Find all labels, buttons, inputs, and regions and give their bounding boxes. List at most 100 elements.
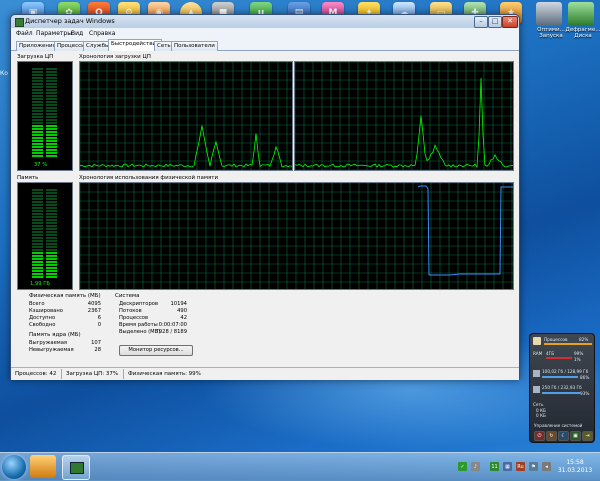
meter-segment-dim <box>32 246 43 248</box>
meter-segment-lit <box>46 140 57 142</box>
system-control-gadget[interactable]: Процессов 82% RAM 4ГБ 99% 1% 100,02 Гб /… <box>529 333 595 443</box>
cpu-usage-box: 37 % <box>17 61 73 171</box>
memory-usage-box: 1,99 ГБ <box>17 182 73 290</box>
meter-segment-lit <box>46 270 57 272</box>
meter-segment-dim <box>46 210 57 212</box>
stat-value: 42 <box>180 315 187 321</box>
meter-segment-lit <box>32 155 43 157</box>
media-player-taskbar-icon[interactable] <box>30 455 56 478</box>
meter-segment-dim <box>32 71 43 73</box>
meter-segment-dim <box>46 110 57 112</box>
meter-segment-lit <box>46 264 57 266</box>
meter-segment-dim <box>32 213 43 215</box>
meter-segment-dim <box>32 83 43 85</box>
taskbar-clock[interactable]: 15:58 31.03.2013 <box>555 459 595 475</box>
cpu-chip-icon <box>533 337 541 345</box>
status-cpu: Загрузка ЦП: 37% <box>66 371 119 377</box>
drive-d-icon <box>533 386 540 393</box>
tray-language-icon[interactable]: Ru <box>516 462 525 471</box>
gadget-disk2-row: 250 Гб / 232,93 Гб 93% <box>532 384 592 398</box>
close-button[interactable]: ✕ <box>502 16 518 28</box>
meter-segment-lit <box>32 270 43 272</box>
tray-utorrent-icon[interactable]: 11 <box>490 462 499 471</box>
meter-segment-lit <box>32 255 43 257</box>
gadget-disk2-pct: 93% <box>580 391 590 396</box>
start-button[interactable] <box>2 455 26 479</box>
meter-segment-dim <box>46 228 57 230</box>
stat-value: 0 <box>97 322 101 328</box>
tab-applications[interactable]: Приложения <box>16 41 59 51</box>
meter-segment-dim <box>46 101 57 103</box>
meter-segment-dim <box>46 86 57 88</box>
task-manager-window[interactable]: Диспетчер задач Windows – □ ✕ Файл Парам… <box>10 14 520 380</box>
menu-view[interactable]: Вид <box>71 30 83 37</box>
meter-segment-lit <box>46 131 57 133</box>
meter-segment-lit <box>32 261 43 263</box>
meter-segment-dim <box>32 110 43 112</box>
title-bar[interactable]: Диспетчер задач Windows – □ ✕ <box>11 15 519 28</box>
stat-value: 490 <box>177 308 187 314</box>
tray-network-icon[interactable]: ▦ <box>503 462 512 471</box>
cpu-usage-value: 37 % <box>34 162 47 168</box>
resource-monitor-button[interactable]: Монитор ресурсов... <box>119 345 193 356</box>
tray-volume-icon[interactable]: ♪ <box>471 462 480 471</box>
meter-segment-dim <box>46 189 57 191</box>
meter-segment-dim <box>32 234 43 236</box>
meter-segment-dim <box>46 225 57 227</box>
meter-segment-dim <box>32 198 43 200</box>
tray-speaker-icon[interactable]: ◂ <box>542 462 551 471</box>
gadget-processes-bar <box>544 343 592 345</box>
gadget-lock-icon[interactable]: ▣ <box>570 431 581 441</box>
menu-bar: Файл Параметры Вид Справка <box>11 28 519 39</box>
task-manager-taskbar-icon <box>70 462 84 474</box>
system-title: Система <box>115 293 140 299</box>
minimize-button[interactable]: – <box>474 16 488 28</box>
gadget-ram-label: RAM <box>533 351 543 356</box>
meter-segment-dim <box>46 201 57 203</box>
stat-label: Всего <box>29 301 45 307</box>
maximize-button[interactable]: □ <box>488 16 502 28</box>
gadget-processes-label: Процессов <box>544 337 568 342</box>
meter-segment-lit <box>32 137 43 139</box>
gadget-power-icon[interactable]: ⏻ <box>534 431 545 441</box>
gadget-ram-total: 4ГБ <box>546 351 555 356</box>
desktop-fragment-label: Ко <box>0 70 8 77</box>
gadget-logoff-icon[interactable]: ⇥ <box>582 431 593 441</box>
meter-segment-dim <box>32 228 43 230</box>
defrag-icon[interactable] <box>568 2 594 26</box>
meter-segment-dim <box>32 210 43 212</box>
gadget-restart-icon[interactable]: ↻ <box>546 431 557 441</box>
meter-segment-dim <box>32 104 43 106</box>
meter-segment-lit <box>32 146 43 148</box>
stat-value: 28 <box>94 347 101 353</box>
taskbar: ✓ ♪ 11 ▦ Ru ⚑ ◂ 15:58 31.03.2013 <box>0 452 600 481</box>
optimize-startup-icon[interactable] <box>536 2 562 26</box>
meter-segment-dim <box>46 198 57 200</box>
tray-shield-icon[interactable]: ✓ <box>458 462 467 471</box>
meter-segment-dim <box>32 195 43 197</box>
task-manager-taskbar-button[interactable] <box>62 455 90 480</box>
meter-segment-lit <box>32 140 43 142</box>
meter-segment-dim <box>46 234 57 236</box>
meter-segment-dim <box>46 116 57 118</box>
meter-segment-lit <box>46 134 57 136</box>
meter-segment-lit <box>32 134 43 136</box>
menu-file[interactable]: Файл <box>16 30 33 37</box>
cpu-history-graph-1 <box>79 61 293 171</box>
meter-segment-dim <box>32 116 43 118</box>
menu-options[interactable]: Параметры <box>36 30 72 37</box>
tab-users[interactable]: Пользователи <box>171 41 218 51</box>
stat-label: Кэшировано <box>29 308 63 314</box>
tray-flag-icon[interactable]: ⚑ <box>529 462 538 471</box>
meter-segment-dim <box>46 119 57 121</box>
meter-segment-lit <box>32 252 43 254</box>
gadget-processes-row: Процессов 82% <box>532 336 592 347</box>
gadget-sleep-icon[interactable]: ☾ <box>558 431 569 441</box>
meter-segment-lit <box>46 146 57 148</box>
menu-help[interactable]: Справка <box>89 30 115 37</box>
meter-segment-dim <box>32 113 43 115</box>
meter-segment-dim <box>32 77 43 79</box>
stat-value: 7928 / 8189 <box>155 329 187 335</box>
meter-segment-lit <box>32 152 43 154</box>
meter-segment-lit <box>32 273 43 275</box>
